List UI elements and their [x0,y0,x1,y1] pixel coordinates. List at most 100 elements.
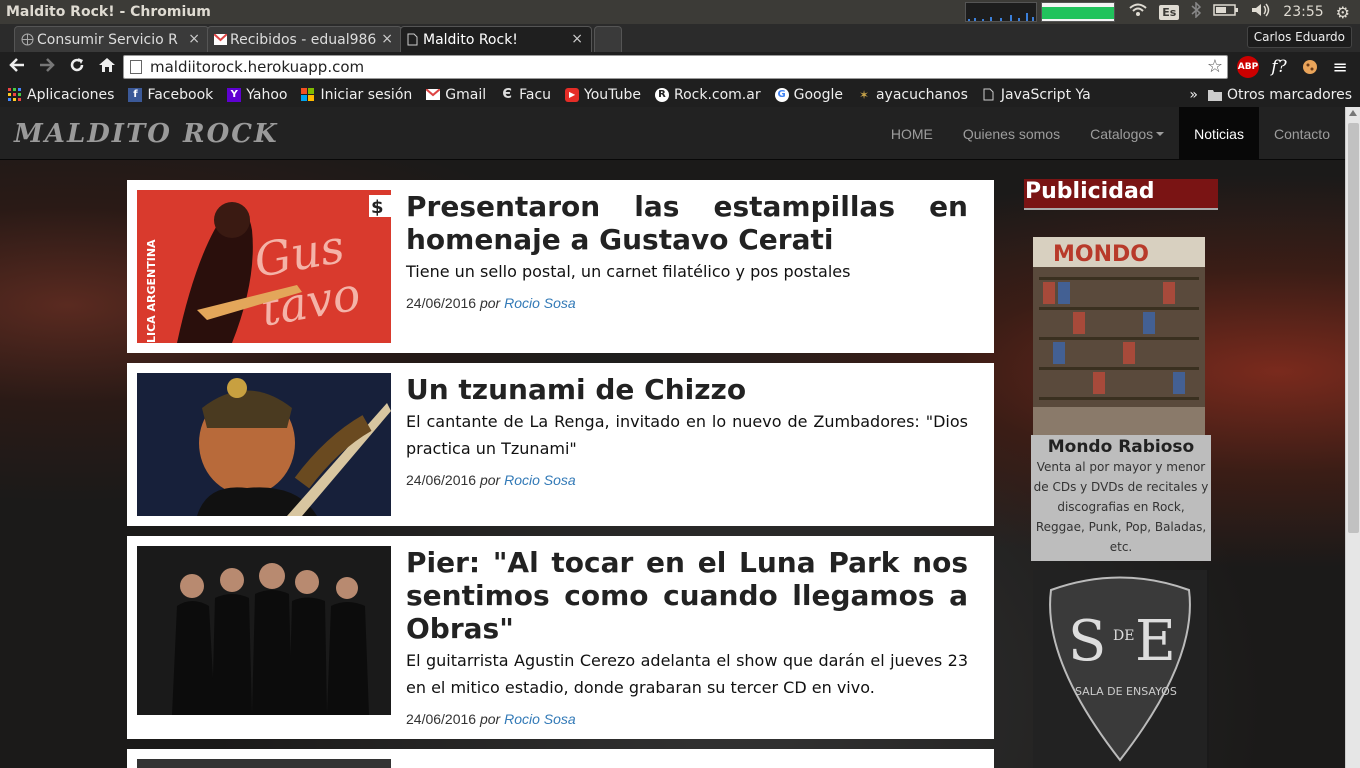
clock[interactable]: 23:55 [1283,4,1323,20]
svg-text:$: $ [371,197,384,218]
news-item: Un tzunami de Chizzo El cantante de La R… [127,363,994,526]
ad-mondo-rabioso[interactable]: MONDO Mondo Rabioso Venta al por mayor y… [1031,237,1211,561]
ad-logo-de: DE [1113,628,1134,644]
bookmark-iniciar-sesion[interactable]: Iniciar sesión [301,87,412,103]
tab-recibidos-gmail[interactable]: Recibidos - edual986 × [207,26,402,52]
close-tab-icon[interactable]: × [381,31,393,47]
author-link[interactable]: Rocio Sosa [504,295,576,311]
scroll-up-arrow-icon[interactable] [1349,110,1357,116]
memory-monitor-graph [1041,2,1116,22]
page-icon [407,33,420,46]
microsoft-icon [301,87,315,102]
web-page: Maldito Rock HOME Quienes somos Catalogo… [0,107,1345,768]
news-summary: El guitarrista Agustin Cerezo adelanta e… [406,651,968,697]
bookmark-rock-com-ar[interactable]: R Rock.com.ar [654,87,761,103]
chrome-menu-icon[interactable]: ≡ [1330,56,1350,78]
news-thumbnail-cerati-stamp[interactable]: Gus tavo LICA ARGENTINA $ [137,190,391,343]
reload-icon[interactable] [62,56,92,79]
cookie-extension-icon[interactable] [1300,56,1320,78]
author-link[interactable]: Rocio Sosa [504,472,576,488]
close-tab-icon[interactable]: × [571,31,583,47]
sidebar: Publicidad MONDO Mondo Rabioso Venta al [1024,179,1218,768]
news-item [127,749,994,768]
bookmark-ayacuchanos[interactable]: ✶ ayacuchanos [857,87,968,103]
scrollbar-thumb[interactable] [1348,123,1359,533]
site-icon: ✶ [858,87,869,102]
news-body: Presentaron las estampillas en homenaje … [406,190,968,311]
news-title[interactable]: Pier: "Al tocar en el Luna Park nos sent… [406,546,968,645]
profile-button[interactable]: Carlos Eduardo [1246,26,1352,48]
svg-text:LICA ARGENTINA: LICA ARGENTINA [145,239,158,343]
bookmark-facebook[interactable]: f Facebook [128,87,213,103]
ad-image-sala-de-ensayos[interactable]: S DE E SALA DE ENSAYOS [1033,570,1207,768]
keyboard-layout-indicator[interactable]: Es [1159,4,1180,20]
forward-arrow-icon[interactable] [32,57,62,78]
bookmark-facu[interactable]: Є Facu [500,87,551,103]
bluetooth-icon[interactable] [1191,1,1202,22]
new-tab-button[interactable] [594,26,622,52]
window-title: Maldito Rock! - Chromium [6,4,211,20]
ad-sala-de-ensayos[interactable]: S DE E SALA DE ENSAYOS [1033,570,1209,768]
bookmark-google[interactable]: G Google [774,87,843,103]
news-title[interactable]: Presentaron las estampillas en homenaje … [406,190,968,256]
news-item: Gus tavo LICA ARGENTINA $ Presentaron la… [127,180,994,353]
page-scrollbar[interactable] [1345,107,1360,768]
ad-image-mondo-rabioso[interactable]: MONDO [1033,237,1205,435]
adblock-plus-icon[interactable]: ABP [1237,56,1259,78]
bookmark-yahoo[interactable]: Y Yahoo [227,87,287,103]
site-navbar: Maldito Rock HOME Quienes somos Catalogo… [0,107,1345,160]
news-meta: 24/06/2016 por Rocio Sosa [406,295,576,311]
gmail-icon [213,33,228,46]
ad-logo-e: E [1135,609,1176,674]
evernote-icon: Є [502,87,512,102]
news-title[interactable]: Un tzunami de Chizzo [406,373,968,406]
apps-icon [8,87,22,102]
bookmark-star-icon[interactable]: ☆ [1207,56,1223,77]
google-icon: G [774,87,789,102]
home-icon[interactable] [92,57,122,78]
bookmarks-bar: Aplicaciones f Facebook Y Yahoo Iniciar … [0,82,1360,107]
other-bookmarks-folder[interactable]: Otros marcadores [1207,87,1352,103]
ad-logo-s: S [1068,609,1106,674]
svg-text:MONDO: MONDO [1053,242,1149,267]
font-finder-icon[interactable]: f? [1268,56,1290,78]
page-info-icon[interactable] [130,60,142,74]
url-text: maldiitorock.herokuapp.com [150,58,365,76]
close-tab-icon[interactable]: × [188,31,200,47]
rock-icon: R [654,87,669,102]
tab-consumir-servicio[interactable]: Consumir Servicio R × [14,26,209,52]
back-arrow-icon[interactable] [2,57,32,78]
bookmark-javascript-ya[interactable]: JavaScript Ya [982,87,1091,103]
battery-icon[interactable] [1213,3,1239,21]
nav-catalogos[interactable]: Catalogos [1075,107,1179,160]
tab-maldito-rock[interactable]: Maldito Rock! × [400,26,592,52]
caret-down-icon [1156,131,1165,136]
yahoo-icon: Y [227,87,242,102]
youtube-icon: ▶ [565,87,580,102]
ad-name: Mondo Rabioso [1047,437,1195,457]
more-bookmarks-button[interactable]: » [1189,87,1198,103]
gmail-icon [426,88,441,102]
folder-icon [1207,88,1222,102]
site-logo[interactable]: Maldito Rock [14,119,279,149]
facebook-icon: f [128,87,143,102]
news-meta: 24/06/2016 por Rocio Sosa [406,472,576,488]
nav-contacto[interactable]: Contacto [1259,107,1345,160]
bookmark-aplicaciones[interactable]: Aplicaciones [8,87,114,103]
volume-icon[interactable] [1251,3,1271,21]
nav-home[interactable]: HOME [876,107,948,160]
bookmark-youtube[interactable]: ▶ YouTube [565,87,641,103]
ad-subtitle: SALA DE ENSAYOS [1075,685,1177,698]
news-thumbnail-chizzo[interactable] [137,373,391,516]
news-summary: El cantante de La Renga, invitado en lo … [406,412,968,458]
author-link[interactable]: Rocio Sosa [504,711,576,727]
nav-noticias[interactable]: Noticias [1179,107,1259,160]
settings-gear-icon[interactable]: ⚙ [1336,3,1350,22]
web-icon [21,33,34,46]
news-thumbnail-pier-band[interactable] [137,546,391,715]
nav-quienes-somos[interactable]: Quienes somos [948,107,1075,160]
address-bar[interactable]: maldiitorock.herokuapp.com ☆ [123,55,1228,79]
bookmark-gmail[interactable]: Gmail [426,87,486,103]
news-thumbnail[interactable] [137,759,391,768]
wifi-icon[interactable] [1129,3,1147,21]
